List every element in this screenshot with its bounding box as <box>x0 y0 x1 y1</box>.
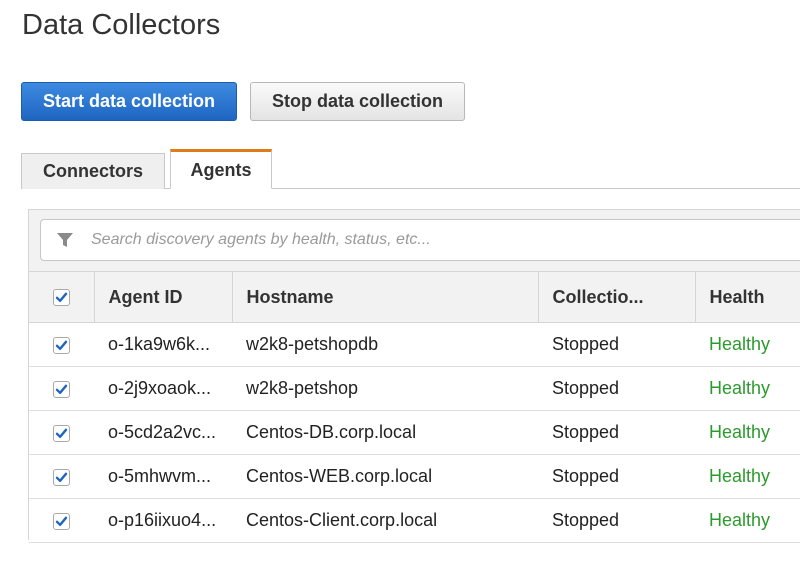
agent-id-cell: o-2j9xoaok... <box>94 366 232 411</box>
row-select-cell <box>29 454 94 499</box>
collection-status-cell: Stopped <box>538 322 695 367</box>
row-checkbox[interactable] <box>53 424 70 442</box>
agent-id-cell: o-5cd2a2vc... <box>94 410 232 455</box>
agents-panel: Agent ID Hostname Collectio... Health o-… <box>28 209 800 543</box>
row-checkbox[interactable] <box>53 380 70 398</box>
agent-id-cell: o-1ka9w6k... <box>94 322 232 367</box>
collection-status-cell: Stopped <box>538 410 695 455</box>
page-title: Data Collectors <box>22 9 221 41</box>
table-row[interactable]: o-1ka9w6k... w2k8-petshopdb Stopped Healthy <box>29 322 800 367</box>
search-input[interactable] <box>91 220 800 260</box>
checkmark-icon <box>55 516 68 526</box>
checkmark-icon <box>55 384 68 394</box>
tab-agents[interactable]: Agents <box>170 149 272 189</box>
hostname-cell: w2k8-petshopdb <box>232 322 538 367</box>
checkmark-icon <box>55 340 68 350</box>
table-header-row: Agent ID Hostname Collectio... Health <box>29 271 800 323</box>
health-status-cell: Healthy <box>695 322 800 367</box>
table-row[interactable]: o-p16iixuo4... Centos-Client.corp.local St… <box>29 498 800 543</box>
filter-icon <box>57 233 73 247</box>
hostname-cell: w2k8-petshop <box>232 366 538 411</box>
collection-status-cell: Stopped <box>538 454 695 499</box>
row-checkbox[interactable] <box>53 512 70 530</box>
table-row[interactable]: o-5cd2a2vc... Centos-DB.corp.local Stopped… <box>29 410 800 455</box>
checkmark-icon <box>55 292 67 303</box>
checkmark-icon <box>55 428 68 438</box>
row-select-cell <box>29 498 94 543</box>
hostname-cell: Centos-DB.corp.local <box>232 410 538 455</box>
agents-table: Agent ID Hostname Collectio... Health o-… <box>29 271 800 543</box>
tab-bar: Connectors Agents <box>21 149 800 189</box>
filter-bar <box>29 209 800 272</box>
collection-status-cell: Stopped <box>538 366 695 411</box>
select-all-checkbox[interactable] <box>52 289 70 307</box>
column-header-hostname[interactable]: Hostname <box>232 271 539 323</box>
health-status-cell: Healthy <box>695 410 800 455</box>
row-select-cell <box>29 366 94 411</box>
search-box[interactable] <box>40 219 800 261</box>
row-select-cell <box>29 322 94 367</box>
health-status-cell: Healthy <box>695 454 800 499</box>
start-data-collection-button[interactable]: Start data collection <box>21 82 237 121</box>
table-row[interactable]: o-5mhwvm... Centos-WEB.corp.local Stopped H… <box>29 454 800 499</box>
row-checkbox[interactable] <box>53 468 70 486</box>
health-status-cell: Healthy <box>695 498 800 543</box>
health-status-cell: Healthy <box>695 366 800 411</box>
select-all-cell <box>29 271 95 323</box>
hostname-cell: Centos-WEB.corp.local <box>232 454 538 499</box>
column-header-collection[interactable]: Collectio... <box>538 271 696 323</box>
column-header-agent-id[interactable]: Agent ID <box>94 271 233 323</box>
tab-connectors[interactable]: Connectors <box>21 153 165 189</box>
row-checkbox[interactable] <box>53 336 70 354</box>
table-row[interactable]: o-2j9xoaok... w2k8-petshop Stopped Healthy <box>29 366 800 411</box>
row-select-cell <box>29 410 94 455</box>
hostname-cell: Centos-Client.corp.local <box>232 498 538 543</box>
collection-status-cell: Stopped <box>538 498 695 543</box>
checkmark-icon <box>55 472 68 482</box>
agent-id-cell: o-p16iixuo4... <box>94 498 232 543</box>
agent-id-cell: o-5mhwvm... <box>94 454 232 499</box>
stop-data-collection-button[interactable]: Stop data collection <box>250 82 465 121</box>
column-header-health[interactable]: Health <box>695 271 800 323</box>
